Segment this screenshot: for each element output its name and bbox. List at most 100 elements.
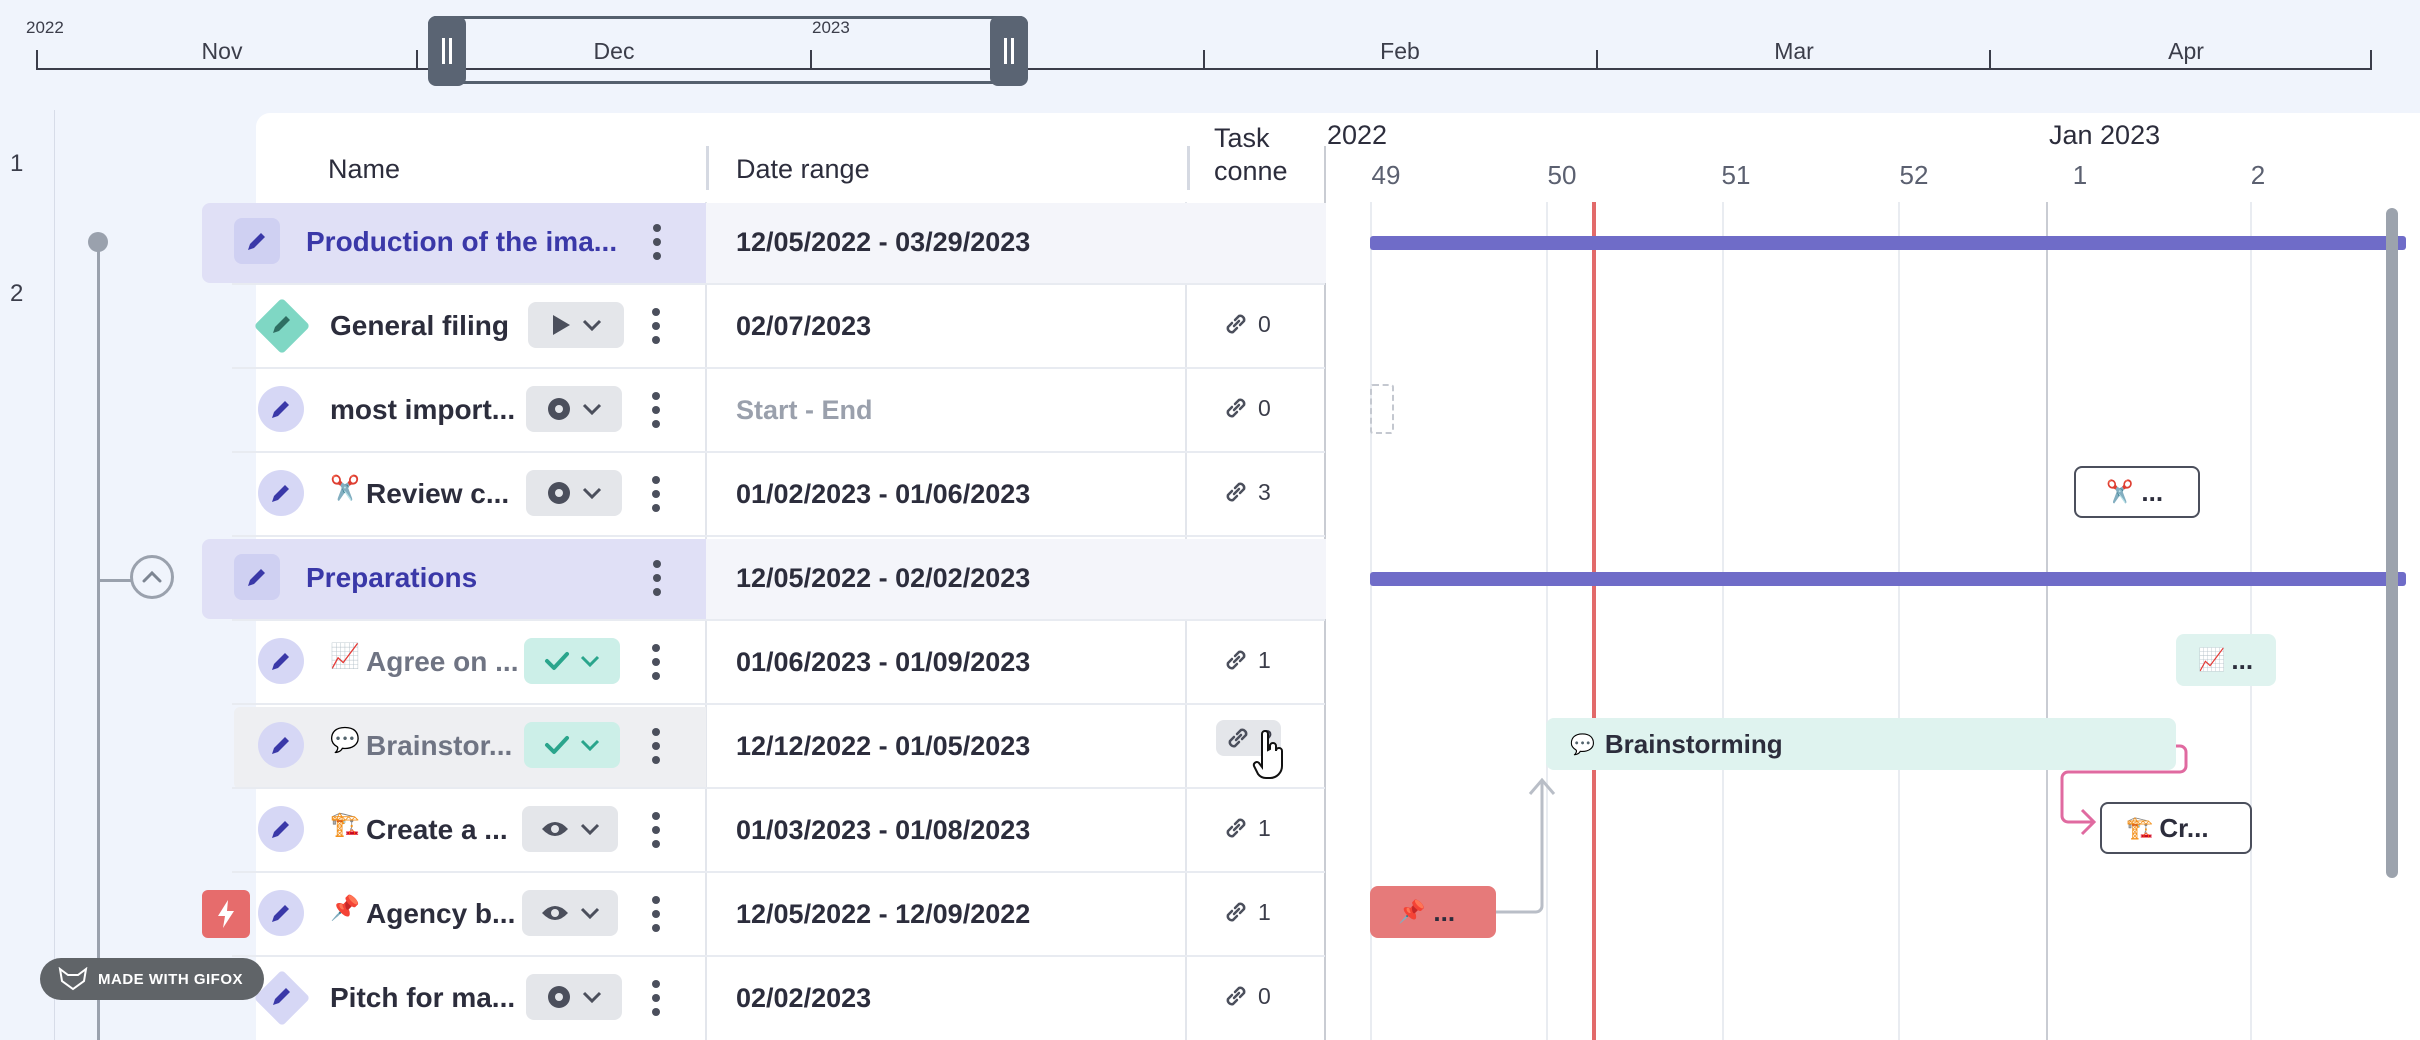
dependency-arrow[interactable] (1490, 770, 1560, 920)
dependency-arrow[interactable] (2060, 742, 2190, 842)
overview-month-mar: Mar (1774, 38, 1814, 64)
task-connections[interactable]: 0 (1222, 982, 1271, 1010)
axis-tick (2370, 50, 2372, 70)
year-boundary-line (2046, 202, 2048, 1040)
task-date-range[interactable]: 02/02/2023 (736, 983, 871, 1014)
column-header-task-connections[interactable]: Task conne (1214, 122, 1296, 190)
connections-count: 0 (1258, 394, 1271, 421)
collapse-group-button[interactable] (130, 555, 174, 599)
status-dropdown[interactable] (524, 722, 620, 768)
task-connections[interactable]: 0 (1222, 310, 1271, 338)
more-options-icon[interactable] (652, 728, 660, 764)
bar-label: ... (2141, 476, 2164, 507)
range-start-handle[interactable] (428, 16, 466, 86)
level-2-label[interactable]: 2 (10, 280, 23, 308)
summary-bar-production[interactable] (1370, 236, 2406, 250)
more-options-icon[interactable] (652, 644, 660, 680)
task-date-range[interactable]: 12/05/2022 - 12/09/2022 (736, 899, 1030, 930)
task-name[interactable]: Brainstor... (366, 730, 512, 762)
edit-button[interactable] (234, 554, 280, 600)
task-date-range[interactable]: 01/03/2023 - 01/08/2023 (736, 815, 1030, 846)
edit-button[interactable] (258, 470, 304, 516)
pencil-icon (272, 653, 289, 670)
gantt-bar-review[interactable]: ✂️ ... (2074, 466, 2200, 518)
vertical-scrollbar[interactable] (2386, 208, 2398, 878)
chart-increasing-icon: 📈 (330, 643, 360, 670)
check-icon (545, 736, 569, 754)
link-icon (1226, 986, 1246, 1006)
task-name[interactable]: most import... (330, 394, 515, 426)
edit-button[interactable] (258, 806, 304, 852)
status-dropdown[interactable] (526, 974, 622, 1020)
more-options-icon[interactable] (653, 560, 661, 596)
link-icon (1226, 902, 1246, 922)
check-icon (545, 652, 569, 670)
chart-increasing-icon: 📈 (2198, 647, 2226, 672)
overview-range-selector[interactable] (428, 16, 1028, 84)
column-resize-handle[interactable] (706, 146, 709, 190)
connections-count: 1 (1258, 814, 1271, 841)
more-options-icon[interactable] (653, 224, 661, 260)
more-options-icon[interactable] (652, 812, 660, 848)
task-connections[interactable]: 0 (1222, 394, 1271, 422)
task-date-range[interactable]: 12/05/2022 - 03/29/2023 (736, 227, 1030, 258)
task-connections[interactable]: 1 (1222, 814, 1271, 842)
more-options-icon[interactable] (652, 896, 660, 932)
unscheduled-placeholder[interactable] (1370, 384, 1394, 434)
priority-badge[interactable] (202, 890, 250, 938)
pencil-icon (272, 821, 289, 838)
status-dropdown[interactable] (528, 302, 624, 348)
level-1-label[interactable]: 1 (10, 150, 23, 178)
status-dropdown[interactable] (526, 470, 622, 516)
column-header-name[interactable]: Name (328, 154, 400, 185)
task-name[interactable]: General filing (330, 310, 509, 342)
column-header-date-range[interactable]: Date range (736, 154, 870, 185)
range-end-handle[interactable] (990, 16, 1028, 86)
task-date-range[interactable]: 02/07/2023 (736, 311, 871, 342)
more-options-icon[interactable] (652, 980, 660, 1016)
row-divider (232, 703, 1325, 705)
scissors-icon: ✂️ (330, 475, 360, 502)
construction-crane-icon: 🏗️ (330, 811, 360, 838)
connections-count: 3 (1258, 478, 1271, 505)
task-connections[interactable]: 3 (1222, 478, 1271, 506)
task-connections[interactable]: 1 (1222, 898, 1271, 926)
status-dropdown[interactable] (522, 806, 618, 852)
task-date-range[interactable]: 12/05/2022 - 02/02/2023 (736, 563, 1030, 594)
week-label: 51 (1721, 160, 1751, 190)
task-name[interactable]: Agree on ... (366, 646, 518, 678)
speech-bubble-icon: 💬 (1570, 733, 1595, 756)
column-resize-handle[interactable] (1187, 146, 1190, 190)
task-name[interactable]: Pitch for ma... (330, 982, 515, 1014)
more-options-icon[interactable] (652, 392, 660, 428)
row-divider (232, 871, 1325, 873)
summary-bar-preparations[interactable] (1370, 572, 2406, 586)
status-dropdown[interactable] (526, 386, 622, 432)
chevron-down-icon (580, 655, 600, 667)
task-name[interactable]: Production of the ima... (306, 226, 617, 258)
task-date-range-placeholder[interactable]: Start - End (736, 395, 873, 426)
task-connections[interactable]: 1 (1222, 646, 1271, 674)
edit-button[interactable] (258, 638, 304, 684)
more-options-icon[interactable] (652, 308, 660, 344)
edit-button[interactable] (234, 218, 280, 264)
edit-button[interactable] (258, 722, 304, 768)
gantt-bar-agree[interactable]: 📈 ... (2176, 634, 2276, 686)
column-divider (705, 202, 707, 1040)
task-date-range[interactable]: 12/12/2022 - 01/05/2023 (736, 731, 1030, 762)
edit-button[interactable] (258, 890, 304, 936)
task-date-range[interactable]: 01/06/2023 - 01/09/2023 (736, 647, 1030, 678)
task-name[interactable]: Agency b... (366, 898, 515, 930)
status-dropdown[interactable] (524, 638, 620, 684)
more-options-icon[interactable] (652, 476, 660, 512)
row-divider (232, 535, 1325, 537)
task-name[interactable]: Preparations (306, 562, 477, 594)
edit-button[interactable] (258, 386, 304, 432)
task-name[interactable]: Create a ... (366, 814, 508, 846)
task-name[interactable]: Review c... (366, 478, 509, 510)
task-date-range[interactable]: 01/02/2023 - 01/06/2023 (736, 479, 1030, 510)
gutter-divider (54, 110, 55, 1040)
gantt-bar-agency[interactable]: 📌 ... (1370, 886, 1496, 938)
status-dropdown[interactable] (522, 890, 618, 936)
row-divider (232, 955, 1325, 957)
